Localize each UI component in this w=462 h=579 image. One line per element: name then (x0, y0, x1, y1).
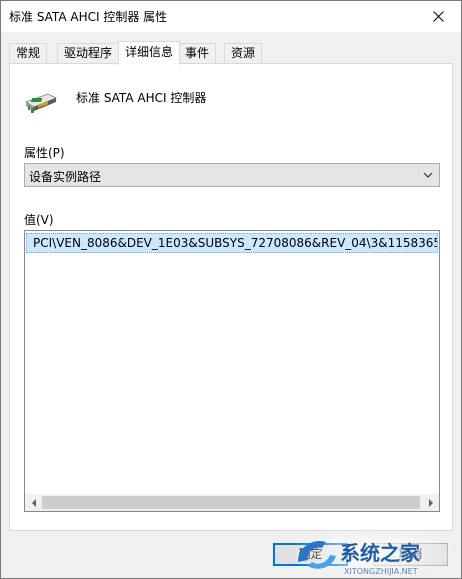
horizontal-scrollbar[interactable] (25, 494, 439, 511)
chevron-down-icon (423, 172, 433, 178)
close-icon (432, 11, 444, 22)
properties-dialog: 标准 SATA AHCI 控制器 属性 常规 驱动程序 详细信息 事件 资源 标… (0, 0, 462, 579)
details-panel: 标准 SATA AHCI 控制器 属性(P) 设备实例路径 值(V) PCI\V… (9, 63, 453, 531)
tab-events[interactable]: 事件 (178, 43, 217, 64)
window-title: 标准 SATA AHCI 控制器 属性 (9, 10, 168, 24)
scroll-right-button[interactable] (422, 494, 439, 511)
cancel-button[interactable]: 取消 (373, 543, 448, 566)
property-dropdown[interactable]: 设备实例路径 (24, 163, 440, 187)
chevron-right-icon (428, 498, 433, 507)
watermark-subtext: XITONGZHIJIA.NET (344, 567, 418, 576)
tab-strip: 常规 驱动程序 详细信息 事件 资源 (9, 41, 453, 65)
title-bar[interactable]: 标准 SATA AHCI 控制器 属性 (1, 1, 461, 32)
storage-controller-icon (25, 93, 57, 113)
ok-button[interactable]: 确定 (273, 543, 348, 566)
close-button[interactable] (415, 1, 461, 32)
device-name: 标准 SATA AHCI 控制器 (76, 91, 207, 105)
property-selected-value: 设备实例路径 (29, 170, 102, 184)
chevron-left-icon (31, 498, 36, 507)
property-label: 属性(P) (24, 146, 65, 160)
scroll-thumb[interactable] (42, 496, 420, 509)
value-label: 值(V) (24, 213, 54, 227)
scroll-left-button[interactable] (25, 494, 42, 511)
tab-driver[interactable]: 驱动程序 (57, 43, 120, 64)
value-list[interactable]: PCI\VEN_8086&DEV_1E03&SUBSYS_72708086&RE… (24, 230, 440, 512)
tab-general[interactable]: 常规 (9, 43, 48, 64)
tab-resources[interactable]: 资源 (224, 43, 263, 64)
list-item[interactable]: PCI\VEN_8086&DEV_1E03&SUBSYS_72708086&RE… (26, 233, 438, 253)
tab-details[interactable]: 详细信息 (118, 41, 181, 65)
